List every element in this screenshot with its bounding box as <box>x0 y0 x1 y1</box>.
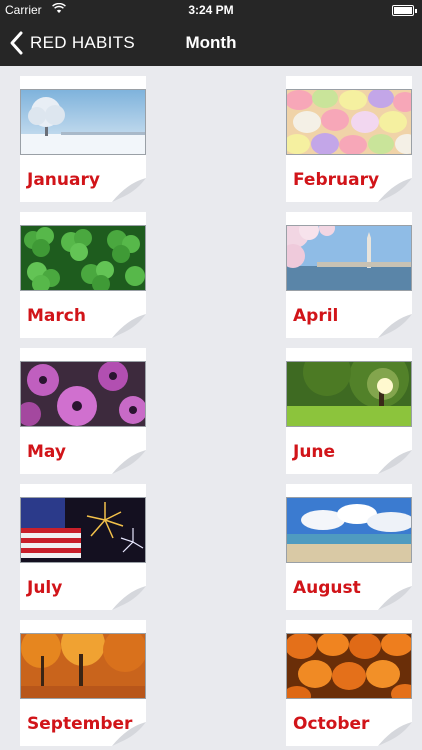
back-button[interactable]: RED HABITS <box>8 20 135 66</box>
battery-icon <box>392 5 417 16</box>
page-curl-icon <box>378 722 412 746</box>
page-curl-icon <box>112 178 146 202</box>
page-curl-icon <box>378 586 412 610</box>
month-card-march[interactable]: March <box>20 212 146 338</box>
status-bar: Carrier 3:24 PM <box>0 0 422 20</box>
cherry-blossom-monument-photo <box>286 225 412 291</box>
page-curl-icon <box>378 314 412 338</box>
month-card-january[interactable]: January <box>20 76 146 202</box>
month-card-july[interactable]: July <box>20 484 146 610</box>
month-grid: January February March April May June Ju… <box>0 66 422 750</box>
page-curl-icon <box>112 450 146 474</box>
month-label: April <box>293 306 339 326</box>
month-card-june[interactable]: June <box>286 348 412 474</box>
month-label: March <box>27 306 86 326</box>
month-label: October <box>293 714 370 734</box>
month-label: July <box>27 578 63 598</box>
month-label: June <box>293 442 336 462</box>
page-curl-icon <box>378 178 412 202</box>
month-label: January <box>27 170 100 190</box>
flag-fireworks-photo <box>20 497 146 563</box>
navigation-bar: RED HABITS Month <box>0 20 422 66</box>
month-card-august[interactable]: August <box>286 484 412 610</box>
pumpkins-photo <box>286 633 412 699</box>
purple-daisies-photo <box>20 361 146 427</box>
chevron-left-icon <box>10 31 23 55</box>
month-card-february[interactable]: February <box>286 76 412 202</box>
winter-tree-snow-photo <box>20 89 146 155</box>
page-curl-icon <box>112 722 146 746</box>
month-label: February <box>293 170 380 190</box>
page-curl-icon <box>112 314 146 338</box>
autumn-trees-photo <box>20 633 146 699</box>
month-label: August <box>293 578 361 598</box>
back-button-label: RED HABITS <box>30 33 136 52</box>
month-card-september[interactable]: September <box>20 620 146 746</box>
page-curl-icon <box>378 450 412 474</box>
month-card-october[interactable]: October <box>286 620 412 746</box>
month-label: May <box>27 442 66 462</box>
month-card-may[interactable]: May <box>20 348 146 474</box>
beach-clouds-photo <box>286 497 412 563</box>
clock: 3:24 PM <box>188 3 234 17</box>
page-curl-icon <box>112 586 146 610</box>
sunlit-tree-meadow-photo <box>286 361 412 427</box>
candy-hearts-photo <box>286 89 412 155</box>
clover-leaves-photo <box>20 225 146 291</box>
month-card-april[interactable]: April <box>286 212 412 338</box>
